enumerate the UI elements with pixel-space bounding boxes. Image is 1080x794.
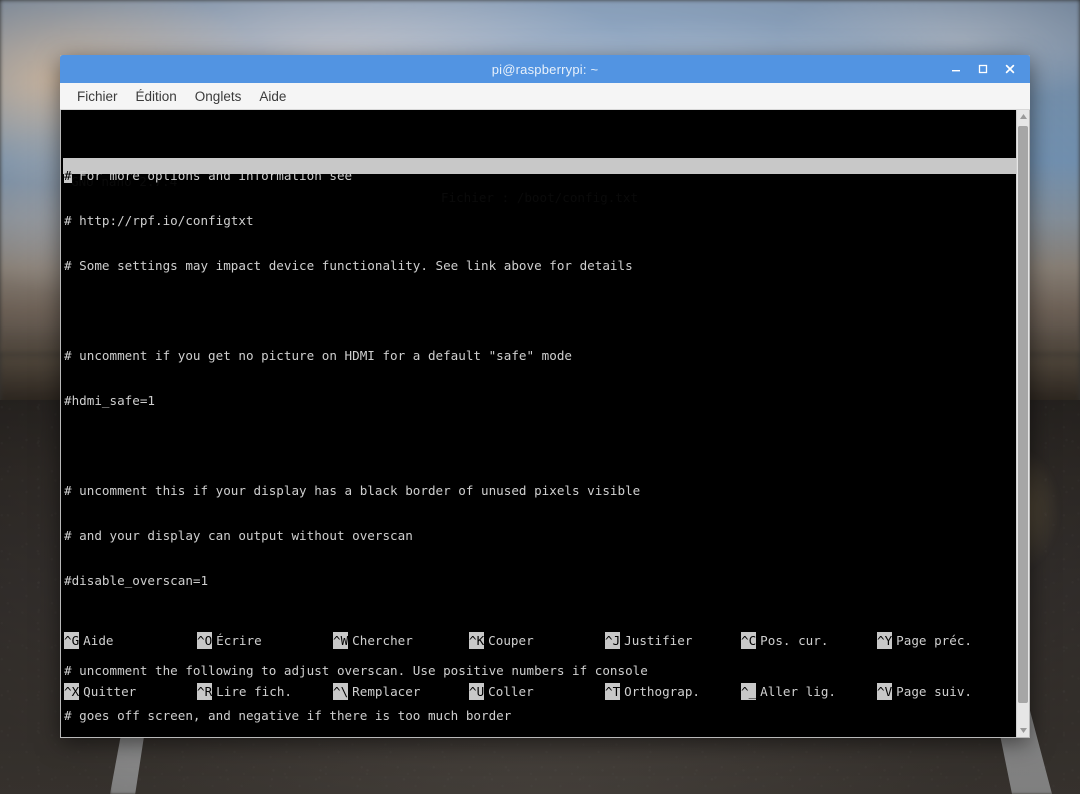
shortcut-label: Page préc. xyxy=(896,633,972,648)
shortcut-label: Page suiv. xyxy=(896,684,972,699)
text-line: # http://rpf.io/configtxt xyxy=(64,213,254,228)
shortcut-ecrire[interactable]: ^O Écrire xyxy=(197,632,333,649)
text-line: # Some settings may impact device functi… xyxy=(64,258,633,273)
shortcut-remplacer[interactable]: ^\ Remplacer xyxy=(333,683,469,700)
shortcut-quitter[interactable]: ^X Quitter xyxy=(64,683,197,700)
shortcut-label: Écrire xyxy=(216,633,262,648)
text-line: # uncomment this if your display has a b… xyxy=(64,483,641,498)
shortcut-label: Chercher xyxy=(352,633,413,648)
text-line: #disable_overscan=1 xyxy=(64,573,209,588)
text-line: # uncomment if you get no picture on HDM… xyxy=(64,348,572,363)
shortcut-label: Remplacer xyxy=(352,684,421,699)
shortcut-label: Pos. cur. xyxy=(760,633,829,648)
terminal-body: GNU nano 2.7.4 Fichier : /boot/config.tx… xyxy=(60,110,1030,738)
text-line-1-rest: For more options and information see xyxy=(71,168,353,183)
menu-item-onglets[interactable]: Onglets xyxy=(186,87,251,106)
menu-item-fichier[interactable]: Fichier xyxy=(68,87,127,106)
shortcut-label: Quitter xyxy=(83,684,137,699)
shortcut-key: ^Y xyxy=(877,632,893,649)
shortcut-couper[interactable]: ^K Couper xyxy=(469,632,605,649)
text-line-blank xyxy=(64,303,1016,318)
window-titlebar[interactable]: pi@raspberrypi: ~ xyxy=(60,55,1030,83)
shortcut-label: Aide xyxy=(83,633,114,648)
text-line-1: # For more options and information see xyxy=(64,168,1016,183)
shortcut-justifier[interactable]: ^J Justifier xyxy=(605,632,741,649)
shortcut-key: ^K xyxy=(469,632,485,649)
shortcut-key: ^_ xyxy=(741,683,757,700)
minimize-icon[interactable] xyxy=(948,61,964,77)
shortcut-label: Couper xyxy=(488,633,534,648)
shortcut-label: Aller lig. xyxy=(760,684,836,699)
shortcut-key: ^R xyxy=(197,683,213,700)
shortcut-label: Justifier xyxy=(624,633,693,648)
shortcut-aide[interactable]: ^G Aide xyxy=(64,632,197,649)
shortcut-lire-fich[interactable]: ^R Lire fich. xyxy=(197,683,333,700)
text-cursor: # xyxy=(64,168,72,183)
shortcut-key: ^W xyxy=(333,632,349,649)
nano-shortcut-row-2: ^X Quitter ^R Lire fich. ^\ Remplacer ^U Col… xyxy=(64,683,1012,700)
scrollbar-track[interactable] xyxy=(1017,123,1030,724)
terminal-window: pi@raspberrypi: ~ Fichier Édition Onglet… xyxy=(60,55,1030,738)
nano-shortcut-bar: ^G Aide ^O Écrire ^W Chercher ^K Couper ^J Ju… xyxy=(64,598,1012,734)
terminal-scrollbar[interactable] xyxy=(1016,110,1029,737)
text-line: #hdmi_safe=1 xyxy=(64,393,155,408)
shortcut-key: ^G xyxy=(64,632,80,649)
shortcut-orthograp[interactable]: ^T Orthograp. xyxy=(605,683,741,700)
text-line-blank xyxy=(64,438,1016,453)
window-controls xyxy=(948,55,1024,83)
shortcut-key: ^J xyxy=(605,632,621,649)
window-title: pi@raspberrypi: ~ xyxy=(491,61,599,77)
shortcut-pos-cur[interactable]: ^C Pos. cur. xyxy=(741,632,877,649)
shortcut-page-suiv[interactable]: ^V Page suiv. xyxy=(877,683,972,700)
shortcut-chercher[interactable]: ^W Chercher xyxy=(333,632,469,649)
menu-item-aide[interactable]: Aide xyxy=(250,87,295,106)
maximize-icon[interactable] xyxy=(975,61,991,77)
desktop: pi@raspberrypi: ~ Fichier Édition Onglet… xyxy=(0,0,1080,794)
scrollbar-thumb[interactable] xyxy=(1017,126,1028,703)
menubar: Fichier Édition Onglets Aide xyxy=(60,83,1030,110)
nano-shortcut-row-1: ^G Aide ^O Écrire ^W Chercher ^K Couper ^J Ju… xyxy=(64,632,1012,649)
shortcut-key: ^C xyxy=(741,632,757,649)
shortcut-key: ^T xyxy=(605,683,621,700)
nano-editor-screen[interactable]: GNU nano 2.7.4 Fichier : /boot/config.tx… xyxy=(61,110,1016,737)
shortcut-label: Orthograp. xyxy=(624,684,700,699)
text-line: # and your display can output without ov… xyxy=(64,528,413,543)
scroll-down-arrow-icon[interactable] xyxy=(1017,724,1030,737)
shortcut-key: ^X xyxy=(64,683,80,700)
shortcut-aller-lig[interactable]: ^_ Aller lig. xyxy=(741,683,877,700)
menu-item-edition[interactable]: Édition xyxy=(127,87,186,106)
shortcut-key: ^V xyxy=(877,683,893,700)
shortcut-key: ^U xyxy=(469,683,485,700)
shortcut-key: ^\ xyxy=(333,683,349,700)
scroll-up-arrow-icon[interactable] xyxy=(1017,110,1030,123)
shortcut-label: Lire fich. xyxy=(216,684,292,699)
shortcut-key: ^O xyxy=(197,632,213,649)
shortcut-coller[interactable]: ^U Coller xyxy=(469,683,605,700)
close-icon[interactable] xyxy=(1002,61,1018,77)
shortcut-page-prec[interactable]: ^Y Page préc. xyxy=(877,632,972,649)
shortcut-label: Coller xyxy=(488,684,534,699)
